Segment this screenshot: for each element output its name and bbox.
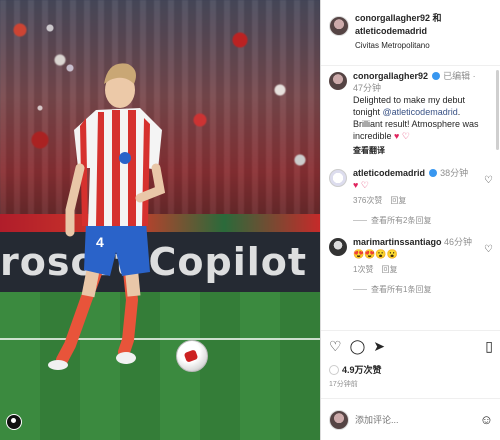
comment-input[interactable]	[355, 414, 465, 425]
commenter-avatar[interactable]	[329, 169, 347, 187]
post-photo[interactable]: rosoft Copilot 4	[0, 0, 320, 440]
comments-scrollbar[interactable]	[496, 70, 499, 150]
bookmark-icon[interactable]: ▯	[485, 339, 493, 353]
comment-composer: ☺	[321, 398, 500, 440]
post-date: 17分钟前	[329, 381, 358, 388]
comment-time: 46分钟	[444, 237, 473, 247]
tagged-user-icon[interactable]	[6, 414, 22, 430]
liker-avatar	[329, 364, 339, 375]
mention-link[interactable]: @atleticodemadrid	[383, 107, 458, 117]
verified-icon	[428, 169, 437, 177]
current-user-avatar	[329, 409, 349, 430]
like-count[interactable]: 4.9万次赞	[329, 363, 493, 376]
comment-item: atleticodemadrid 38分钟 ♥ ♡ 376次赞 回复 ♡	[329, 167, 493, 207]
view-replies-link[interactable]: 查看所有1条回复	[353, 284, 493, 295]
reply-button[interactable]: 回复	[381, 264, 397, 276]
commenter-name[interactable]: conorgallagher92	[353, 71, 428, 81]
heart-emoji: ♥ ♡	[394, 131, 410, 141]
comment-icon[interactable]: ◯	[350, 339, 366, 353]
player-figure: 4	[48, 63, 166, 370]
svg-text:4: 4	[96, 234, 104, 250]
view-replies-link[interactable]: 查看所有2条回复	[353, 215, 493, 226]
comment-time: 38分钟	[440, 168, 469, 178]
verified-icon	[431, 72, 440, 80]
share-icon[interactable]: ➤	[373, 339, 385, 353]
author-line[interactable]: conorgallagher92 和	[355, 12, 442, 25]
comment-likes[interactable]: 376次赞	[353, 195, 382, 207]
caption-text: Delighted to make my debut tonight @atle…	[353, 95, 479, 141]
location-label[interactable]: Civitas Metropolitano	[355, 39, 442, 52]
commenter-avatar[interactable]	[329, 72, 347, 90]
comment-likes[interactable]: 1次赞	[353, 264, 373, 276]
post-viewer: rosoft Copilot 4 conorgallagher92 和 atle…	[0, 0, 500, 440]
heart-icon[interactable]: ♡	[329, 339, 342, 353]
commenter-name[interactable]: atleticodemadrid	[353, 168, 425, 178]
comment-like-icon[interactable]: ♡	[484, 244, 493, 255]
commenter-avatar[interactable]	[329, 238, 347, 256]
comment-like-icon[interactable]: ♡	[484, 175, 493, 186]
post-header: conorgallagher92 和 atleticodemadrid Civi…	[321, 0, 500, 66]
emoji-icon[interactable]: ☺	[480, 412, 493, 427]
commenter-name[interactable]: marimartinssantiago	[353, 237, 442, 247]
comment-text: ♥ ♡	[353, 180, 369, 190]
action-bar: ♡ ◯ ➤ ▯ 4.9万次赞 17分钟前	[321, 330, 500, 393]
comment-item: conorgallagher92 已编辑 · 47分钟 Delighted to…	[329, 70, 493, 157]
comment-item: marimartinssantiago 46分钟 😍😍😮😮 1次赞 回复 ♡	[329, 236, 493, 276]
comments-list: conorgallagher92 已编辑 · 47分钟 Delighted to…	[321, 66, 500, 328]
see-translation-link[interactable]: 查看翻译	[353, 145, 481, 157]
football	[176, 340, 208, 372]
reply-button[interactable]: 回复	[390, 195, 406, 207]
edited-label: 已编辑	[443, 71, 471, 81]
comment-text: 😍😍😮😮	[353, 249, 398, 259]
comment-time: 47分钟	[353, 83, 382, 93]
author-avatar[interactable]	[329, 16, 349, 36]
coauthor-name[interactable]: atleticodemadrid	[355, 25, 442, 38]
post-sidebar: conorgallagher92 和 atleticodemadrid Civi…	[320, 0, 500, 440]
